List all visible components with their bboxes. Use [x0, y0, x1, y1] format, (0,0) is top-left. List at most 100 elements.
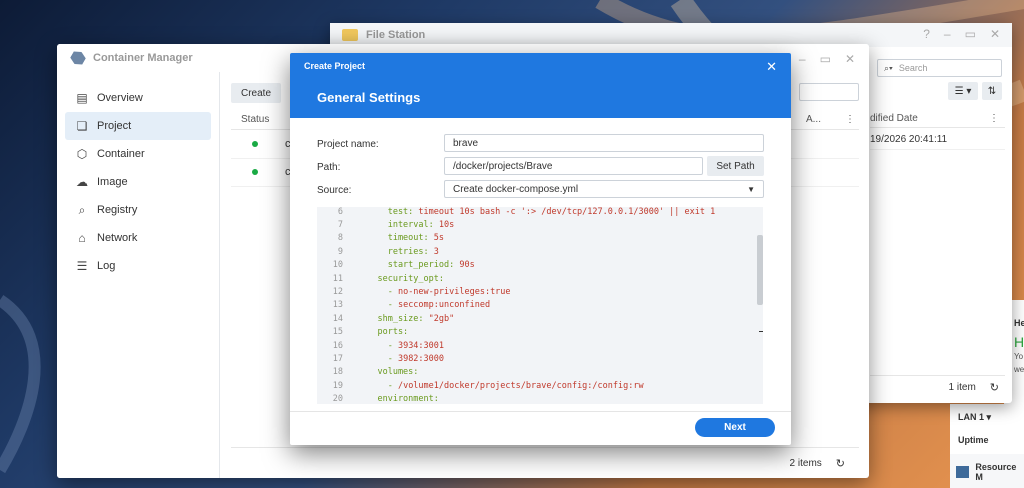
create-project-dialog: Create Project ✕ General Settings Projec… [290, 53, 791, 445]
project-name-row: Project name: [317, 139, 379, 150]
close-icon[interactable]: ✕ [766, 59, 777, 75]
search-icon: ⌕▾ [884, 62, 893, 73]
project-icon: ❏ [76, 119, 88, 133]
sidebar-item-image[interactable]: ☁ Image [65, 168, 211, 196]
search-input[interactable]: ⌕▾ Search [877, 59, 1002, 77]
line-number: 6 [337, 207, 343, 217]
container-manager-title: Container Manager [93, 52, 193, 64]
refresh-icon[interactable]: ↻ [990, 381, 999, 394]
line-number: 18 [332, 367, 343, 378]
code-line: 11 security_opt: [317, 272, 763, 285]
widget-help-title: He [1014, 318, 1024, 328]
line-number: 20 [332, 394, 343, 404]
dialog-header: Create Project ✕ General Settings [290, 53, 791, 118]
resource-monitor-icon [956, 466, 970, 478]
code-line: 7 interval: 10s [317, 218, 763, 231]
minimize-icon[interactable]: – [944, 27, 951, 41]
create-button[interactable]: Create [231, 83, 282, 103]
column-menu-icon[interactable]: ⋮ [989, 113, 999, 124]
line-number: 7 [337, 220, 343, 231]
code-value: "2gb" [428, 313, 455, 324]
refresh-icon[interactable]: ↻ [836, 457, 845, 470]
code-line: 9 retries: 3 [317, 245, 763, 258]
code-value: timeout 10s bash -c ':> /dev/tcp/127.0.0… [418, 207, 716, 217]
path-field[interactable]: /docker/projects/Brave [444, 157, 703, 175]
code-lines: 6 test: timeout 10s bash -c ':> /dev/tcp… [317, 207, 763, 404]
widget-resource-monitor: Resource M [950, 454, 1024, 488]
code-value: no-new-privileges:true [397, 287, 511, 298]
sidebar-item-network[interactable]: ⌂ Network [65, 224, 211, 252]
sidebar: ▤ Overview ❏ Project ⬡ Container ☁ Image… [57, 72, 220, 478]
path-row: Path: [317, 162, 340, 173]
widget-help-text: Yo [1014, 352, 1024, 361]
project-name-value: brave [453, 137, 479, 149]
sort-icon: ⇅ [987, 85, 997, 97]
set-path-button[interactable]: Set Path [707, 156, 764, 176]
line-number: 17 [332, 353, 343, 364]
code-value: 3934:3001 [397, 340, 445, 351]
column-menu-icon[interactable]: ⋮ [845, 114, 855, 125]
filter-input[interactable] [799, 83, 859, 101]
code-value: 90s [459, 260, 475, 271]
project-name-field[interactable]: brave [444, 134, 764, 152]
sidebar-item-label: Image [97, 176, 128, 188]
code-key: shm_size: [357, 313, 429, 324]
compose-editor[interactable]: 6 test: timeout 10s bash -c ':> /dev/tcp… [317, 207, 763, 404]
sidebar-item-label: Overview [97, 92, 143, 104]
code-value: seccomp:unconfined [397, 300, 491, 311]
source-select[interactable]: Create docker-compose.yml ▼ [444, 180, 764, 198]
project-list-footer: 2 items ↻ [231, 447, 859, 478]
sidebar-item-log[interactable]: ☰ Log [65, 252, 211, 280]
code-line: 6 test: timeout 10s bash -c ':> /dev/tcp… [317, 207, 763, 218]
lan-selector[interactable]: LAN 1 ▾ [958, 412, 1024, 423]
container-manager-logo-icon [68, 48, 87, 67]
maximize-icon[interactable]: ▭ [965, 27, 976, 41]
maximize-icon[interactable]: ▭ [820, 52, 831, 66]
help-icon[interactable]: ? [923, 27, 930, 41]
sort-button[interactable]: ⇅ [982, 82, 1002, 100]
code-line: 18 volumes: [317, 366, 763, 379]
log-icon: ☰ [76, 259, 88, 273]
dialog-footer: Next [290, 411, 791, 445]
code-line: 14 shm_size: "2gb" [317, 312, 763, 325]
code-key: test: [357, 207, 419, 217]
sidebar-item-overview[interactable]: ▤ Overview [65, 84, 211, 112]
network-icon: ⌂ [78, 231, 86, 245]
sidebar-item-container[interactable]: ⬡ Container [65, 140, 211, 168]
code-key: volumes: [357, 367, 419, 378]
editor-scrollbar[interactable] [757, 235, 763, 305]
code-key: interval: [357, 220, 439, 231]
source-value: Create docker-compose.yml [453, 183, 579, 195]
file-count: 1 item [948, 381, 976, 393]
line-number: 9 [337, 246, 343, 257]
close-icon[interactable]: ✕ [990, 27, 1000, 41]
code-line: 8 timeout: 5s [317, 232, 763, 245]
file-modified-date: 19/2026 20:41:11 [870, 133, 948, 145]
code-key: - [357, 287, 398, 298]
search-placeholder: Search [898, 63, 928, 73]
next-button[interactable]: Next [695, 418, 775, 437]
code-key: ports: [357, 327, 409, 338]
close-icon[interactable]: ✕ [845, 52, 855, 66]
code-key: start_period: [357, 260, 460, 271]
file-row[interactable]: 19/2026 20:41:11 [870, 129, 1005, 150]
line-number: 12 [332, 287, 343, 298]
sidebar-item-registry[interactable]: ⌕ Registry [65, 196, 211, 224]
code-line: 10 start_period: 90s [317, 259, 763, 272]
folder-icon [342, 29, 358, 41]
dialog-title: Create Project [304, 61, 366, 71]
column-header-status[interactable]: Status [241, 114, 269, 125]
sidebar-item-label: Network [97, 232, 138, 244]
column-header-a[interactable]: A... [806, 114, 821, 125]
widget-help-heading: H [1014, 334, 1024, 350]
code-key: - [357, 380, 398, 391]
line-number: 16 [332, 340, 343, 351]
sidebar-item-label: Log [97, 260, 116, 272]
minimize-icon[interactable]: – [799, 52, 806, 66]
sidebar-item-project[interactable]: ❏ Project [65, 112, 211, 140]
column-header-modified[interactable]: dified Date ⋮ [870, 109, 1005, 128]
item-count: 2 items [789, 457, 822, 469]
container-icon: ⬡ [76, 147, 88, 161]
source-label: Source: [317, 185, 352, 196]
view-mode-button[interactable]: ☰ ▾ [948, 82, 978, 100]
